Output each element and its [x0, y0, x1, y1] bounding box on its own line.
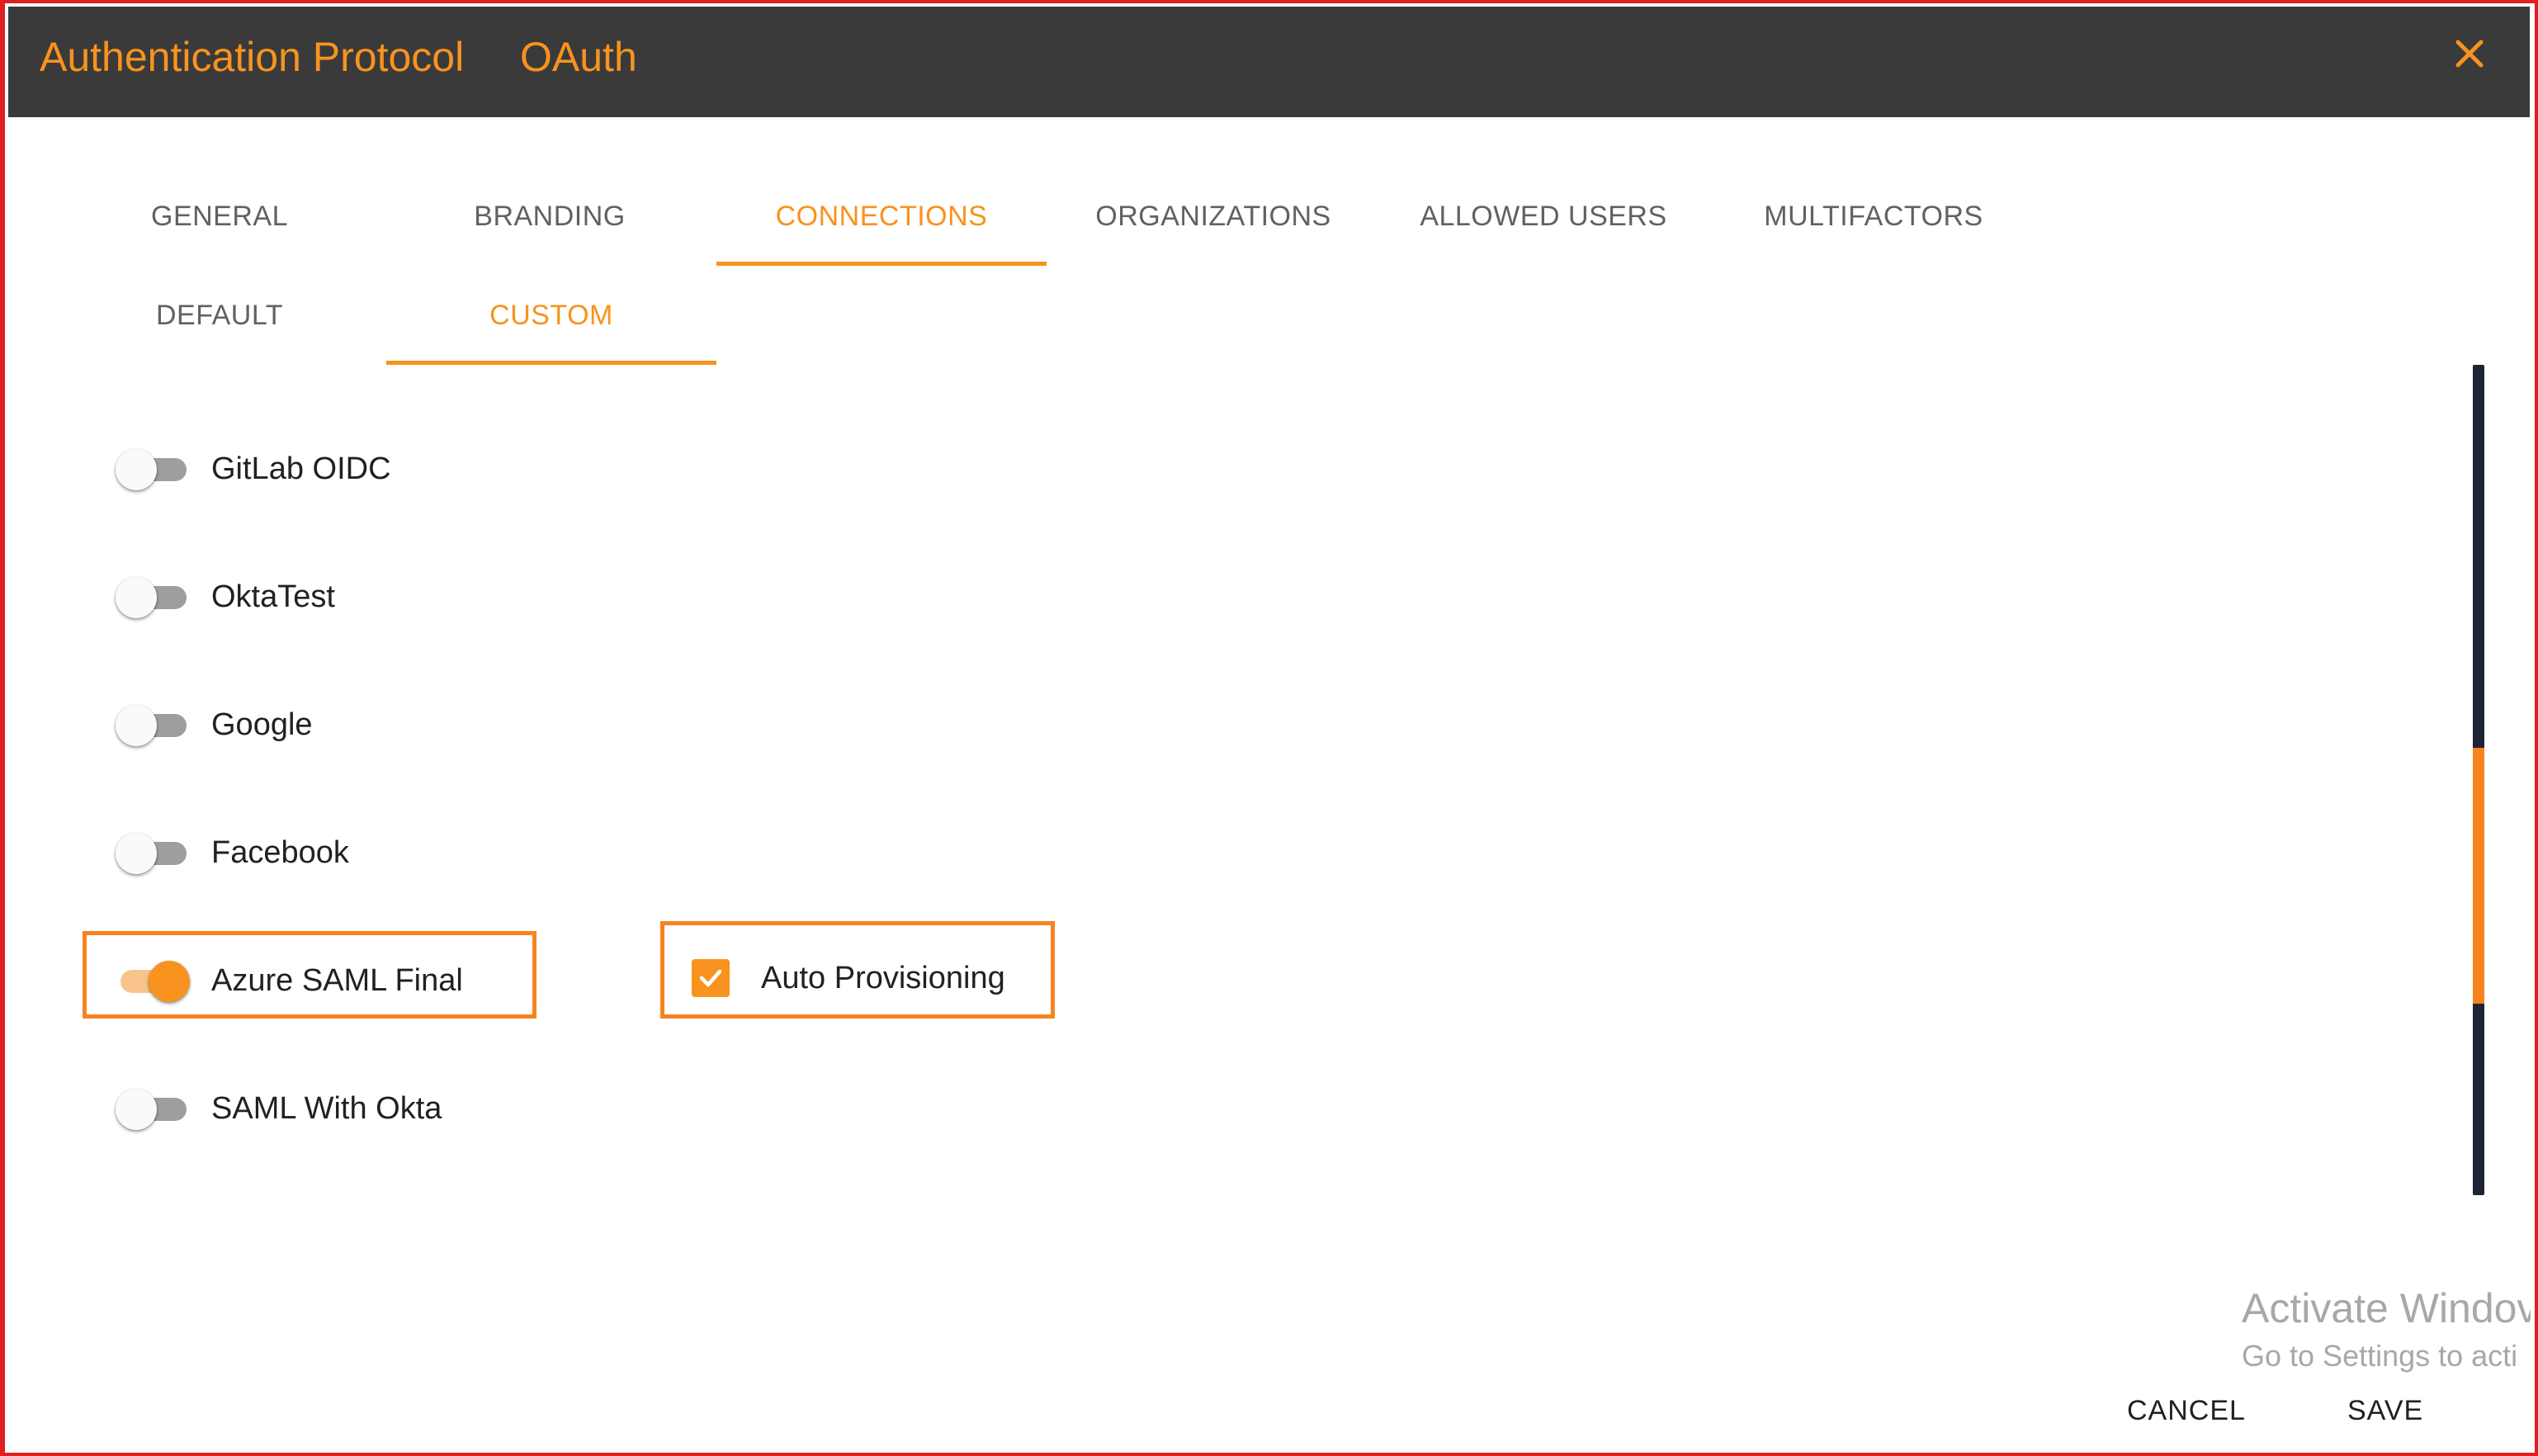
close-icon[interactable]	[2442, 26, 2497, 81]
tab-multifactors[interactable]: MULTIFACTORS	[1709, 167, 2039, 266]
tab-connections[interactable]: CONNECTIONS	[716, 167, 1047, 266]
connection-row: OktaTest	[116, 564, 335, 630]
tab-allowed-users[interactable]: ALLOWED USERS	[1378, 167, 1709, 266]
connection-label: Google	[211, 707, 313, 742]
connection-label: Azure SAML Final	[211, 962, 463, 998]
scrollbar-thumb[interactable]	[2473, 748, 2484, 1004]
connection-row: Google	[116, 692, 313, 758]
connection-label: SAML With Okta	[211, 1090, 442, 1126]
dialog-title: Authentication Protocol	[40, 34, 465, 80]
protocol-name: OAuth	[520, 34, 637, 80]
connection-toggle[interactable]	[116, 572, 191, 622]
checkmark-icon	[699, 969, 722, 987]
connection-row: Facebook	[116, 820, 349, 886]
save-button[interactable]: SAVE	[2347, 1395, 2423, 1427]
dialog-header: Authentication Protocol OAuth	[8, 7, 2530, 117]
activation-watermark-title: Activate Windov	[2242, 1285, 2531, 1331]
auto-provisioning-label: Auto Provisioning	[761, 960, 1005, 995]
connection-toggle[interactable]	[116, 828, 191, 877]
connection-toggle[interactable]	[116, 700, 191, 749]
tab-general[interactable]: GENERAL	[54, 167, 385, 266]
connection-label: Facebook	[211, 834, 349, 870]
auto-provisioning-checkbox[interactable]	[692, 959, 730, 997]
connection-label: GitLab OIDC	[211, 451, 391, 486]
connection-label: OktaTest	[211, 579, 335, 614]
tab-branding[interactable]: BRANDING	[385, 167, 715, 266]
activation-watermark-subtitle: Go to Settings to acti	[2242, 1339, 2518, 1373]
connection-toggle[interactable]	[116, 956, 191, 1005]
connection-toggle[interactable]	[116, 1084, 191, 1133]
cancel-button[interactable]: CANCEL	[2127, 1395, 2246, 1427]
subtab-default[interactable]: DEFAULT	[54, 266, 385, 365]
tab-organizations[interactable]: ORGANIZATIONS	[1048, 167, 1378, 266]
subtab-custom[interactable]: CUSTOM	[386, 266, 716, 365]
connection-row: Azure SAML Final	[116, 948, 463, 1014]
auto-provisioning: Auto Provisioning	[692, 949, 1005, 1007]
connection-toggle[interactable]	[116, 444, 191, 494]
connection-row: SAML With Okta	[116, 1075, 442, 1142]
connection-row: GitLab OIDC	[116, 436, 391, 502]
scrollbar[interactable]	[2473, 365, 2484, 1195]
